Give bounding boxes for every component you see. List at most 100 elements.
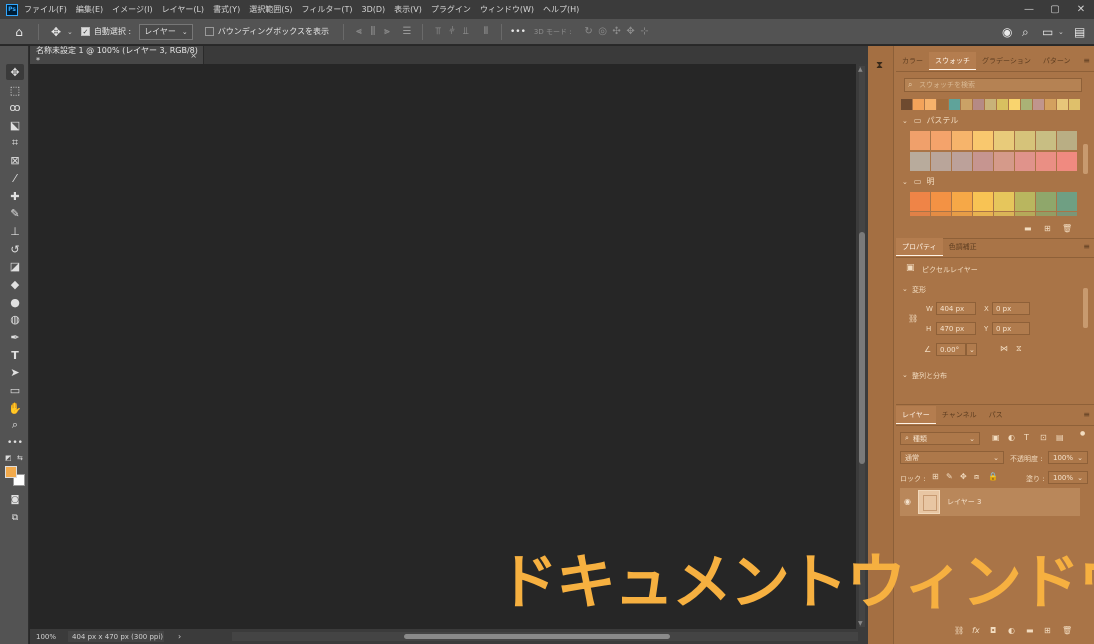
recent-swatch[interactable] [901, 99, 912, 110]
blend-mode-dropdown[interactable]: 通常 ⌄ [900, 451, 1004, 464]
layer-style-icon[interactable]: fx [972, 626, 980, 635]
swatch[interactable] [1057, 212, 1077, 216]
lock-position-icon[interactable]: ✥ [960, 472, 967, 481]
object-select-tool-icon[interactable]: ⬕ [6, 117, 24, 133]
swatch[interactable] [910, 212, 930, 216]
lasso-tool-icon[interactable]: ꝏ [6, 99, 24, 115]
chevron-down-icon[interactable]: ⌄ [902, 285, 908, 293]
link-icon[interactable]: ⛓ [908, 314, 918, 323]
menu-plugins[interactable]: プラグイン [431, 4, 471, 15]
swatch[interactable] [1036, 212, 1056, 216]
swatch-group-bright[interactable]: ⌄ ▭ 明 [902, 176, 934, 187]
new-swatch-icon[interactable]: ⊞ [1044, 224, 1051, 233]
layers-panel-menu-icon[interactable]: ≡ [1083, 410, 1090, 419]
recent-swatch[interactable] [1009, 99, 1020, 110]
swatch[interactable] [1015, 131, 1035, 150]
align-bottom-icon[interactable]: ⫫ [459, 26, 473, 38]
pen-tool-icon[interactable]: ✒ [6, 329, 24, 345]
blur-tool-icon[interactable]: ● [6, 294, 24, 310]
close-window-button[interactable]: ✕ [1070, 0, 1092, 19]
swatch[interactable] [952, 131, 972, 150]
eraser-tool-icon[interactable]: ◪ [6, 258, 24, 274]
swap-colors-icon[interactable]: ⇆ [17, 454, 23, 462]
swatch[interactable] [1057, 131, 1077, 150]
more-tools-icon[interactable]: ••• [6, 435, 24, 451]
swatch[interactable] [973, 152, 993, 171]
screen-mode-icon[interactable]: ⧉ [6, 510, 24, 526]
scroll-up-icon[interactable]: ▲ [858, 66, 863, 73]
lock-artboard-icon[interactable]: ⧈ [974, 472, 979, 482]
add-mask-icon[interactable]: ◘ [990, 626, 996, 635]
swatch[interactable] [1015, 152, 1035, 171]
swatch[interactable] [1015, 192, 1035, 211]
filter-pixel-icon[interactable]: ▣ [992, 433, 1000, 442]
swatch[interactable] [910, 131, 930, 150]
scroll-down-icon[interactable]: ▼ [858, 620, 863, 627]
filter-shape-icon[interactable]: ⊡ [1040, 433, 1047, 442]
menu-3d[interactable]: 3D(D) [362, 5, 386, 14]
recent-swatch[interactable] [925, 99, 936, 110]
swatch[interactable] [1036, 131, 1056, 150]
recent-swatch[interactable] [1069, 99, 1080, 110]
recent-swatch[interactable] [997, 99, 1008, 110]
move-tool-icon[interactable]: ✥ [6, 64, 24, 80]
menu-select[interactable]: 選択範囲(S) [249, 4, 292, 15]
paint-bucket-tool-icon[interactable]: ◆ [6, 276, 24, 292]
menu-type[interactable]: 書式(Y) [213, 4, 240, 15]
workspace-icon[interactable]: ▭ [1042, 25, 1053, 39]
swatches-scrollbar[interactable] [1082, 116, 1090, 224]
filter-smart-object-icon[interactable]: ▤ [1056, 433, 1064, 442]
x-field[interactable]: 0 px [992, 302, 1030, 315]
search-icon[interactable]: ⌕ [1022, 25, 1029, 40]
swatch[interactable] [931, 152, 951, 171]
history-brush-tool-icon[interactable]: ↺ [6, 241, 24, 257]
delete-swatch-icon[interactable]: 🗑 [1062, 224, 1072, 233]
recent-swatch[interactable] [961, 99, 972, 110]
swatch-search-input[interactable]: ⌕ スウォッチを検索 [904, 78, 1082, 92]
opacity-field[interactable]: 100% ⌄ [1048, 451, 1088, 464]
swatch[interactable] [931, 131, 951, 150]
tab-channels[interactable]: チャンネル [936, 406, 983, 424]
swatch[interactable] [994, 212, 1014, 216]
menu-filter[interactable]: フィルター(T) [302, 4, 353, 15]
menu-layer[interactable]: レイヤー(L) [162, 4, 204, 15]
chevron-right-icon[interactable]: ⌄ [902, 371, 908, 379]
align-right-icon[interactable]: ⫸ [380, 26, 394, 38]
layer-name[interactable]: レイヤー 3 [947, 497, 981, 507]
visibility-eye-icon[interactable]: ◉ [904, 497, 911, 506]
zoom-level[interactable]: 100% [30, 633, 64, 641]
new-group-folder-icon[interactable]: ▬ [1024, 224, 1032, 233]
width-field[interactable]: 404 px [936, 302, 976, 315]
recent-swatch[interactable] [985, 99, 996, 110]
recent-swatch[interactable] [1057, 99, 1068, 110]
path-select-tool-icon[interactable]: ➤ [6, 364, 24, 380]
recent-swatch[interactable] [973, 99, 984, 110]
3d-slide-icon[interactable]: ✥ [624, 26, 638, 38]
3d-scale-icon[interactable]: ⊹ [638, 26, 652, 38]
swatch[interactable] [994, 131, 1014, 150]
swatch[interactable] [1015, 212, 1035, 216]
rectangle-tool-icon[interactable]: ▭ [6, 382, 24, 398]
auto-select-target-dropdown[interactable]: レイヤー ⌄ [139, 23, 193, 40]
history-panel-icon[interactable]: ⧗ [876, 60, 883, 71]
hand-tool-icon[interactable]: ✋ [6, 400, 24, 416]
quick-mask-icon[interactable]: ◙ [6, 492, 24, 508]
maximize-button[interactable]: ▢ [1044, 0, 1066, 19]
status-menu-arrow-icon[interactable]: › [178, 632, 181, 641]
horizontal-scroll-thumb[interactable] [404, 634, 670, 639]
recent-swatch[interactable] [913, 99, 924, 110]
tab-paths[interactable]: パス [983, 406, 1009, 424]
brush-tool-icon[interactable]: ✎ [6, 205, 24, 221]
type-tool-icon[interactable]: T [6, 347, 24, 363]
swatch[interactable] [910, 192, 930, 211]
document-tab[interactable]: 名称未設定 1 @ 100% (レイヤー 3, RGB/8) * × [30, 46, 204, 65]
bounding-box-checkbox[interactable] [204, 27, 214, 36]
swatch[interactable] [910, 152, 930, 171]
delete-layer-icon[interactable]: 🗑 [1062, 626, 1072, 635]
tab-adjustments[interactable]: 色調補正 [943, 238, 983, 256]
frame-tool-icon[interactable]: ⊠ [6, 152, 24, 168]
recent-swatch[interactable] [1021, 99, 1032, 110]
swatch[interactable] [952, 152, 972, 171]
tab-patterns[interactable]: パターン [1037, 52, 1077, 70]
flip-vertical-icon[interactable]: ⧖ [1016, 344, 1022, 354]
